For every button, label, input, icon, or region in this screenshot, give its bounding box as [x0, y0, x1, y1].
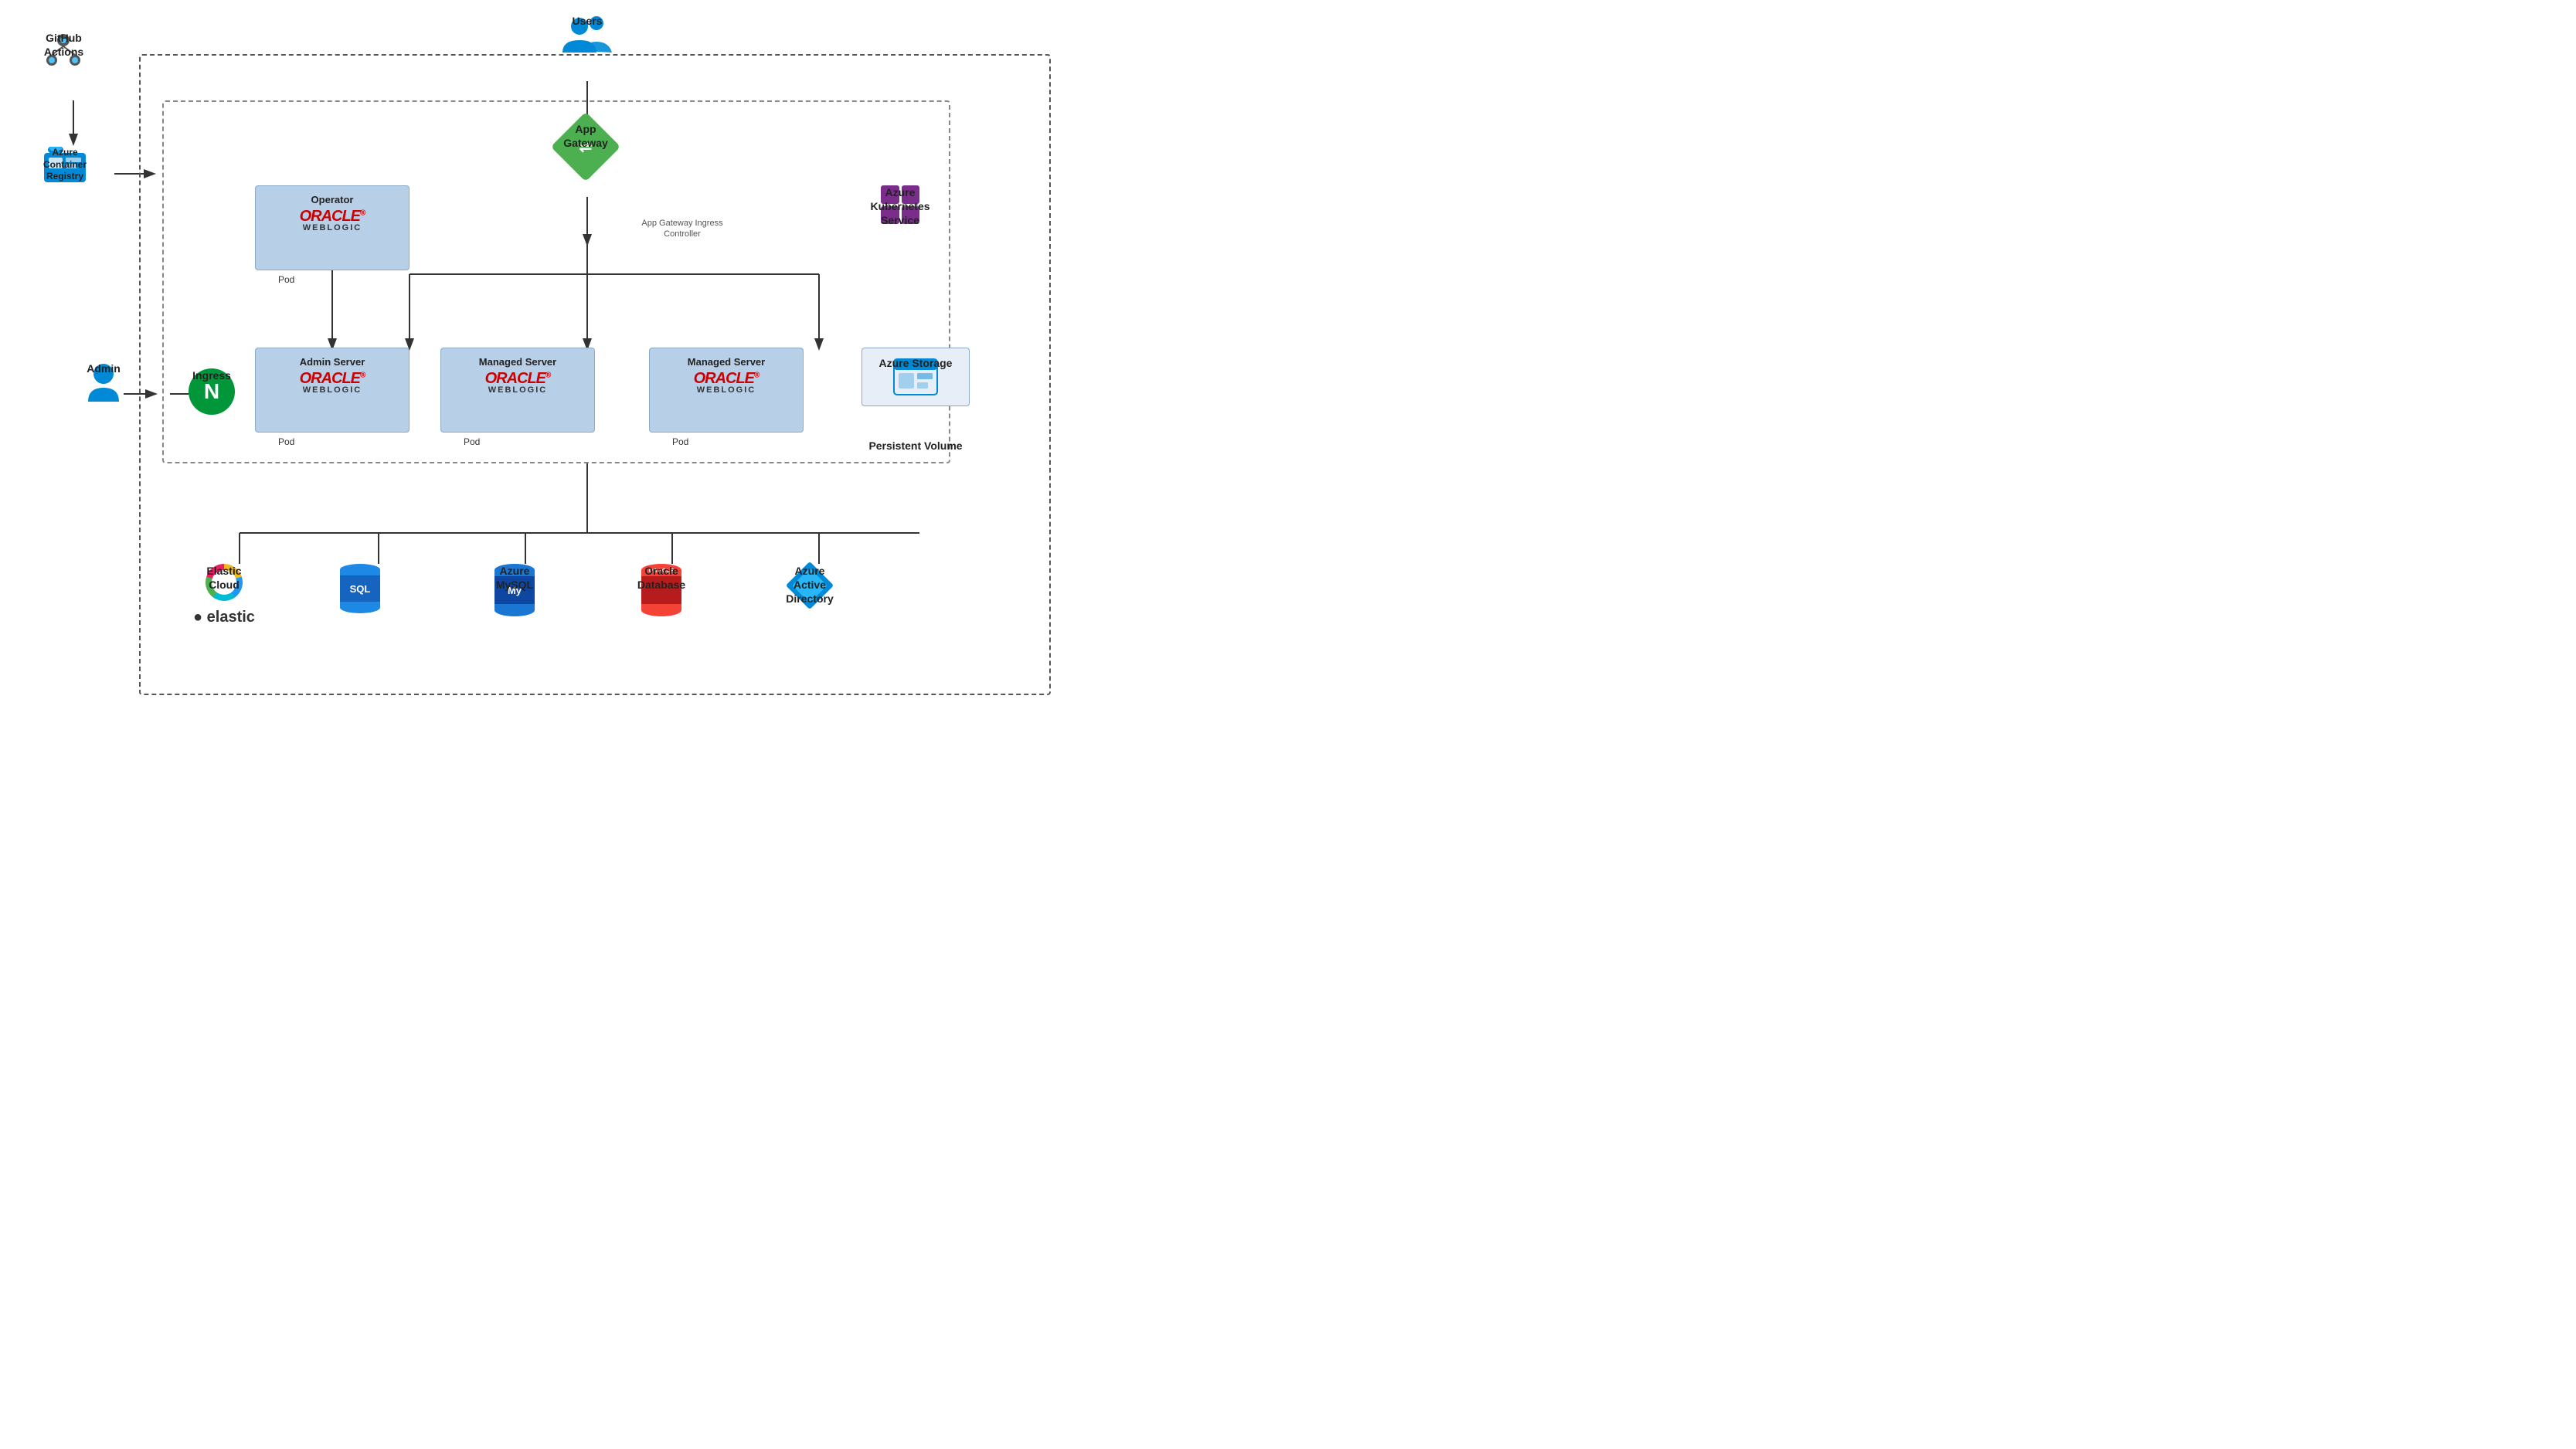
- elastic-label: Elastic Cloud: [193, 564, 255, 592]
- managed2-pod-label: Pod: [672, 436, 688, 447]
- managed1-title: Managed Server: [479, 356, 556, 368]
- operator-pod: Operator ORACLE® WEBLOGIC: [255, 185, 410, 270]
- managed1-pod-label: Pod: [464, 436, 480, 447]
- azure-storage-box: Azure Storage: [861, 348, 970, 406]
- users-label: Users: [573, 14, 603, 28]
- ingress-icon: N Ingress: [189, 368, 235, 415]
- oracle-db-label: Oracle Database: [637, 564, 685, 592]
- admin-icon: Admin: [85, 361, 122, 402]
- operator-title: Operator: [311, 194, 354, 205]
- managed1-oracle-logo: ORACLE® WEBLOGIC: [485, 371, 551, 395]
- operator-oracle-logo: ORACLE® WEBLOGIC: [300, 209, 365, 232]
- admin-title: Admin Server: [300, 356, 365, 368]
- azure-ad-icon: Azure Active Directory: [788, 564, 831, 607]
- app-gateway-label: App Gateway: [561, 122, 610, 150]
- admin-oracle-logo: ORACLE® WEBLOGIC: [300, 371, 365, 395]
- app-gateway-icon: ⇌ App Gateway: [561, 122, 610, 171]
- managed-server-1-pod: Managed Server ORACLE® WEBLOGIC: [440, 348, 595, 433]
- managed-server-2-pod: Managed Server ORACLE® WEBLOGIC: [649, 348, 804, 433]
- oracle-database-icon: ORACLE Oracle Database: [641, 564, 681, 613]
- app-gateway-ingress-label: App Gateway Ingress Controller: [632, 218, 732, 240]
- github-actions-label: GitHub Actions: [42, 31, 85, 59]
- aks-label: Azure KubernetesService: [871, 185, 930, 228]
- elastic-cloud-icon: ● elastic Elastic Cloud: [193, 564, 255, 626]
- managed2-oracle-logo: ORACLE® WEBLOGIC: [694, 371, 760, 395]
- managed2-title: Managed Server: [688, 356, 765, 368]
- azure-sql-icon: SQL Azure SQL: [340, 564, 380, 613]
- azure-ad-label: Azure Active Directory: [786, 564, 833, 606]
- persistent-volume-label: Persistent Volume: [861, 439, 970, 453]
- admin-pod: Admin Server ORACLE® WEBLOGIC: [255, 348, 410, 433]
- users-icon: Users: [561, 14, 613, 56]
- azure-container-registry-icon: Azure Container Registry: [42, 147, 87, 184]
- aks-icon: Azure KubernetesService: [881, 185, 919, 224]
- github-actions-icon: GitHub Actions: [42, 31, 85, 73]
- operator-pod-label: Pod: [278, 274, 294, 285]
- architecture-diagram: GitHub Actions Azure Container Registry …: [0, 0, 1082, 726]
- azure-storage-label: Azure Storage: [879, 356, 953, 370]
- azure-mysql-icon: My Azure MySQL: [494, 564, 535, 613]
- admin-label: Admin: [87, 361, 121, 375]
- acr-label: Azure Container Registry: [42, 147, 87, 183]
- ingress-label: Ingress: [192, 368, 231, 382]
- azure-mysql-label: Azure MySQL: [494, 564, 535, 592]
- admin-pod-label: Pod: [278, 436, 294, 447]
